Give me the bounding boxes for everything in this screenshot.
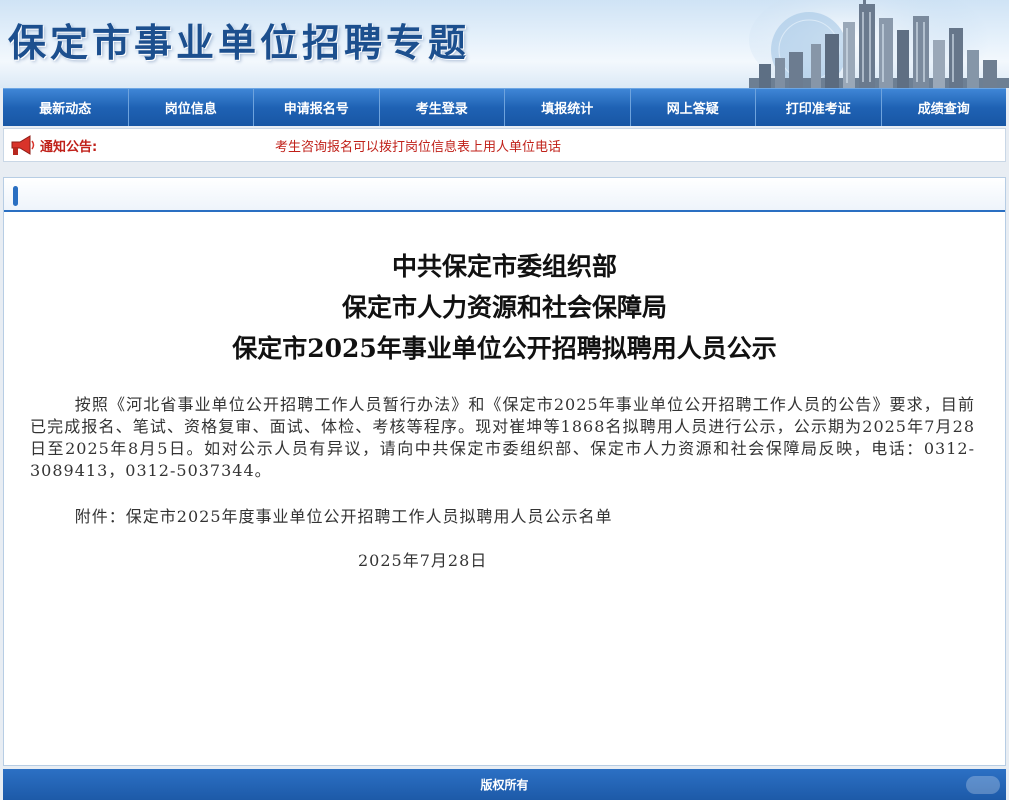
back-to-top-icon[interactable] [966, 776, 1000, 794]
copyright-text: 版权所有 [480, 778, 529, 792]
heading-line-2: 保定市人力资源和社会保障局 [341, 293, 667, 322]
nav-item-candidate-login[interactable]: 考生登录 [380, 89, 505, 126]
footer: 版权所有 [3, 769, 1006, 800]
nav-item-online-qa[interactable]: 网上答疑 [631, 89, 756, 126]
heading-line-3: 保定市2025年事业单位公开招聘拟聘用人员公示 [232, 334, 777, 363]
article-paragraph: 按照《河北省事业单位公开招聘工作人员暂行办法》和《保定市2025年事业单位公开招… [30, 395, 975, 480]
notice-bar: 通知公告: 考生咨询报名可以拨打岗位信息表上用人单位电话 [3, 128, 1006, 162]
publish-date: 2025年7月28日 [358, 551, 488, 570]
site-banner: 保定市事业单位招聘专题 [0, 0, 1009, 88]
skyline-image [749, 0, 1009, 88]
article-heading: 中共保定市委组织部 保定市人力资源和社会保障局 保定市2025年事业单位公开招聘… [4, 246, 1005, 369]
notice-label: 通知公告: [40, 139, 98, 155]
site-title: 保定市事业单位招聘专题 [8, 20, 471, 65]
attachment-link[interactable]: 附件：保定市2025年度事业单位公开招聘工作人员拟聘用人员公示名单 [4, 506, 1005, 528]
main-nav: 最新动态 岗位信息 申请报名号 考生登录 填报统计 网上答疑 打印准考证 成绩查… [3, 88, 1006, 126]
article-panel: 中共保定市委组织部 保定市人力资源和社会保障局 保定市2025年事业单位公开招聘… [3, 177, 1006, 766]
nav-item-position-info[interactable]: 岗位信息 [129, 89, 254, 126]
megaphone-icon [11, 135, 35, 155]
nav-item-latest-news[interactable]: 最新动态 [3, 89, 129, 126]
nav-item-score-query[interactable]: 成绩查询 [882, 89, 1007, 126]
nav-item-fill-stats[interactable]: 填报统计 [505, 89, 631, 126]
notice-text[interactable]: 考生咨询报名可以拨打岗位信息表上用人单位电话 [275, 136, 561, 155]
heading-line-1: 中共保定市委组织部 [391, 252, 617, 281]
panel-marker [13, 186, 18, 206]
nav-item-print-admission[interactable]: 打印准考证 [756, 89, 882, 126]
nav-item-apply-number[interactable]: 申请报名号 [254, 89, 380, 126]
panel-header [4, 178, 1005, 212]
